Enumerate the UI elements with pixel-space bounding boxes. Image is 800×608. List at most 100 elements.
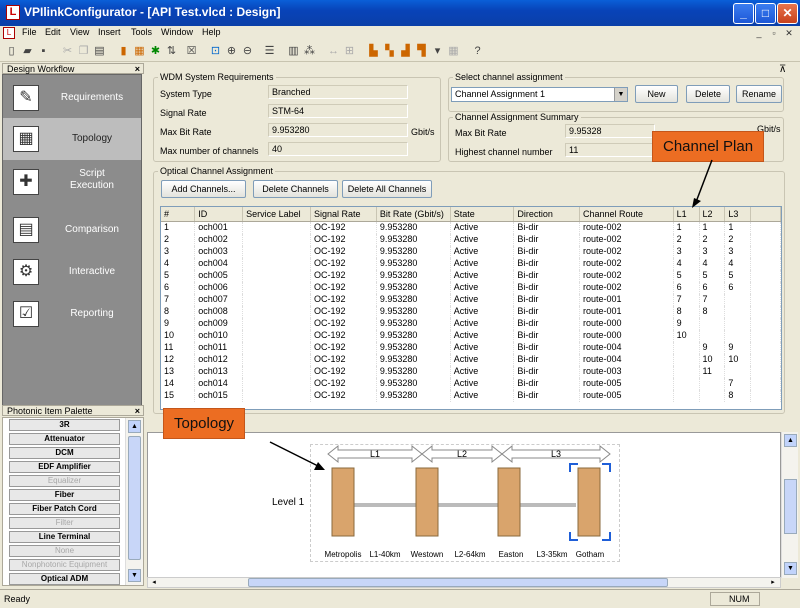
grid-icon[interactable]: ▥ bbox=[286, 44, 301, 59]
copy-icon[interactable]: ❐ bbox=[76, 44, 91, 59]
menu-help[interactable]: Help bbox=[202, 27, 221, 37]
scroll-thumb[interactable] bbox=[784, 479, 797, 534]
menu-edit[interactable]: Edit bbox=[45, 27, 61, 37]
item-icon[interactable]: ▮ bbox=[116, 44, 131, 59]
route-icon[interactable]: ▜ bbox=[414, 44, 429, 59]
assignment-select[interactable]: Channel Assignment 1 ▼ bbox=[451, 87, 628, 102]
component-icon[interactable]: ▦ bbox=[132, 44, 147, 59]
save-icon[interactable]: ▪ bbox=[36, 44, 51, 59]
table-row[interactable]: 6 och006 OC-192 9.953280 Active Bi-dir route-0… bbox=[161, 281, 781, 294]
zoom-in-icon[interactable]: ⊕ bbox=[224, 44, 239, 59]
scroll-up-icon[interactable]: ▲ bbox=[128, 420, 141, 433]
filter-icon[interactable]: ⇅ bbox=[164, 44, 179, 59]
table-row[interactable]: 12 och012 OC-192 9.953280 Active Bi-dir route-… bbox=[161, 353, 781, 366]
dropdown-icon[interactable]: ▾ bbox=[430, 44, 445, 59]
table-row[interactable]: 10 och010 OC-192 9.953280 Active Bi-dir route-… bbox=[161, 329, 781, 342]
scroll-right-icon[interactable]: ▸ bbox=[768, 578, 778, 587]
workflow-reporting[interactable]: ☑ Reporting bbox=[3, 293, 141, 335]
workflow-requirements[interactable]: ✎ Requirements bbox=[3, 77, 141, 119]
menu-insert[interactable]: Insert bbox=[98, 27, 121, 37]
palette-close-icon[interactable]: × bbox=[135, 406, 140, 416]
menu-tools[interactable]: Tools bbox=[131, 27, 152, 37]
scroll-thumb[interactable] bbox=[128, 436, 141, 560]
workflow-comparison[interactable]: ▤ Comparison bbox=[3, 209, 141, 251]
table-row[interactable]: 11 och011 OC-192 9.953280 Active Bi-dir route-… bbox=[161, 341, 781, 354]
node-icon[interactable]: ▚ bbox=[382, 44, 397, 59]
workflow-interactive[interactable]: ⚙ Interactive bbox=[3, 251, 141, 293]
workflow-close-icon[interactable]: × bbox=[135, 64, 140, 74]
table-row[interactable]: 5 och005 OC-192 9.953280 Active Bi-dir route-0… bbox=[161, 269, 781, 282]
table-row[interactable]: 4 och004 OC-192 9.953280 Active Bi-dir route-0… bbox=[161, 257, 781, 270]
column-header[interactable]: Service Label bbox=[242, 207, 311, 222]
palette-item-line-terminal[interactable]: Line Terminal bbox=[9, 531, 120, 543]
list-icon[interactable]: ☰ bbox=[262, 44, 277, 59]
cut-icon[interactable]: ✂ bbox=[60, 44, 75, 59]
column-header[interactable]: Channel Route bbox=[579, 207, 674, 222]
palette-scrollbar[interactable]: ▲ ▼ bbox=[125, 418, 143, 585]
workflow-script-execution[interactable]: ✚ Script Execution bbox=[3, 161, 141, 207]
scroll-up-icon[interactable]: ▲ bbox=[784, 434, 797, 447]
palette-item-attenuator[interactable]: Attenuator bbox=[9, 433, 120, 445]
palette-item-3r[interactable]: 3R bbox=[9, 419, 120, 431]
column-header[interactable]: ID bbox=[194, 207, 244, 222]
mdi-close-icon[interactable]: ✕ bbox=[783, 27, 795, 39]
table-row[interactable]: 7 och007 OC-192 9.953280 Active Bi-dir route-0… bbox=[161, 293, 781, 306]
mdi-minimize-icon[interactable]: _ bbox=[753, 27, 765, 39]
table-row[interactable]: 15 och015 OC-192 9.953280 Active Bi-dir route-… bbox=[161, 389, 781, 402]
palette-item-fiber-patch-cord[interactable]: Fiber Patch Cord bbox=[9, 503, 120, 515]
menu-window[interactable]: Window bbox=[161, 27, 193, 37]
table-row[interactable]: 2 och002 OC-192 9.953280 Active Bi-dir route-0… bbox=[161, 233, 781, 246]
chart-icon[interactable]: ▙ bbox=[366, 44, 381, 59]
node-gotham[interactable] bbox=[577, 467, 601, 537]
scroll-down-icon[interactable]: ▼ bbox=[784, 562, 797, 575]
menu-file[interactable]: File bbox=[22, 27, 37, 37]
palette-item-optical-adm[interactable]: Optical ADM bbox=[9, 573, 120, 585]
export-icon[interactable]: ▦ bbox=[446, 44, 461, 59]
properties-icon[interactable]: ☒ bbox=[184, 44, 199, 59]
column-header[interactable]: # bbox=[161, 207, 196, 222]
palette-item-edf-amplifier[interactable]: EDF Amplifier bbox=[9, 461, 120, 473]
rename-button[interactable]: Rename bbox=[736, 85, 782, 103]
node-metropolis[interactable] bbox=[331, 467, 355, 537]
palette-item-dcm[interactable]: DCM bbox=[9, 447, 120, 459]
canvas-vscroll[interactable]: ▲ ▼ bbox=[781, 432, 798, 578]
add-channels-button[interactable]: Add Channels... bbox=[161, 180, 246, 198]
scroll-thumb[interactable] bbox=[248, 578, 668, 587]
mdi-restore-icon[interactable]: ▫ bbox=[768, 27, 780, 39]
help-icon[interactable]: ? bbox=[470, 44, 485, 59]
node-westown[interactable] bbox=[415, 467, 439, 537]
scroll-left-icon[interactable]: ◂ bbox=[149, 578, 159, 587]
chevron-down-icon[interactable]: ▼ bbox=[614, 88, 627, 101]
equipment-icon[interactable]: ▟ bbox=[398, 44, 413, 59]
zoom-out-icon[interactable]: ⊖ bbox=[240, 44, 255, 59]
connect-icon[interactable]: ↔ bbox=[326, 44, 341, 59]
menu-view[interactable]: View bbox=[70, 27, 89, 37]
table-row[interactable]: 1 och001 OC-192 9.953280 Active Bi-dir route-0… bbox=[161, 221, 781, 234]
table-row[interactable]: 13 och013 OC-192 9.953280 Active Bi-dir route-… bbox=[161, 365, 781, 378]
column-header[interactable]: State bbox=[450, 207, 515, 222]
layout-icon[interactable]: ⁂ bbox=[302, 44, 317, 59]
column-header[interactable]: Signal Rate bbox=[310, 207, 377, 222]
close-button[interactable]: ✕ bbox=[777, 3, 798, 24]
link-icon[interactable]: ⊞ bbox=[342, 44, 357, 59]
delete-channels-button[interactable]: Delete Channels bbox=[253, 180, 338, 198]
node-easton[interactable] bbox=[497, 467, 521, 537]
canvas-hscroll[interactable]: ◂ ▸ bbox=[147, 577, 781, 588]
table-row[interactable]: 3 och003 OC-192 9.953280 Active Bi-dir route-0… bbox=[161, 245, 781, 258]
new-button[interactable]: New bbox=[635, 85, 678, 103]
column-header[interactable]: L3 bbox=[724, 207, 752, 222]
palette-item-fiber[interactable]: Fiber bbox=[9, 489, 120, 501]
delete-button[interactable]: Delete bbox=[686, 85, 730, 103]
delete-all-channels-button[interactable]: Delete All Channels bbox=[342, 180, 432, 198]
run-icon[interactable]: ✱ bbox=[148, 44, 163, 59]
open-icon[interactable]: ▰ bbox=[20, 44, 35, 59]
table-row[interactable]: 9 och009 OC-192 9.953280 Active Bi-dir route-0… bbox=[161, 317, 781, 330]
minimize-button[interactable]: _ bbox=[733, 3, 754, 24]
new-icon[interactable]: ▯ bbox=[4, 44, 19, 59]
table-row[interactable]: 14 och014 OC-192 9.953280 Active Bi-dir route-… bbox=[161, 377, 781, 390]
table-row[interactable]: 8 och008 OC-192 9.953280 Active Bi-dir route-0… bbox=[161, 305, 781, 318]
zoom-fit-icon[interactable]: ⊡ bbox=[208, 44, 223, 59]
maximize-button[interactable]: □ bbox=[755, 3, 776, 24]
scroll-down-icon[interactable]: ▼ bbox=[128, 569, 141, 582]
paste-icon[interactable]: ▤ bbox=[92, 44, 107, 59]
